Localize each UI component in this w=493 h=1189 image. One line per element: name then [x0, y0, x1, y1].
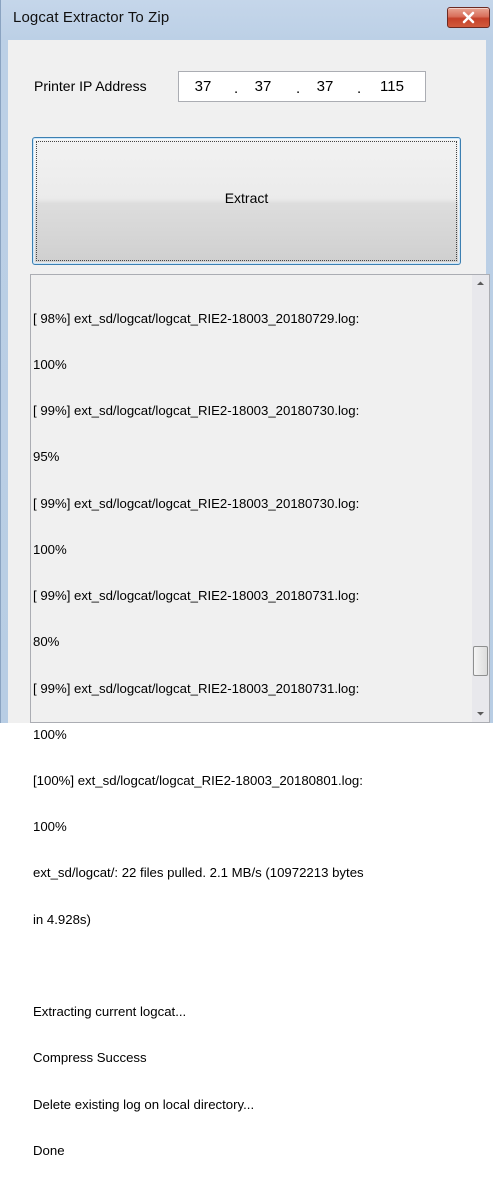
log-line: in 4.928s) — [33, 911, 91, 927]
triangle-up-icon — [477, 281, 484, 285]
log-line: ext_sd/logcat/: 22 files pulled. 2.1 MB/… — [33, 865, 364, 881]
log-line: 100% — [33, 819, 67, 835]
ip-separator-1: . — [234, 80, 239, 97]
log-line: 95% — [33, 449, 60, 465]
ip-octet-3[interactable]: 37 — [305, 72, 345, 101]
log-line: 80% — [33, 634, 60, 650]
log-line: 100% — [33, 541, 67, 557]
log-line: [ 99%] ext_sd/logcat/logcat_RIE2-18003_2… — [33, 495, 360, 511]
window-title: Logcat Extractor To Zip — [13, 9, 170, 26]
log-line: [ 99%] ext_sd/logcat/logcat_RIE2-18003_2… — [33, 588, 360, 604]
log-line: [100%] ext_sd/logcat/logcat_RIE2-18003_2… — [33, 773, 363, 788]
triangle-down-icon — [477, 712, 484, 716]
log-line: Extracting current logcat... — [33, 1004, 187, 1020]
log-line: [ 99%] ext_sd/logcat/logcat_RIE2-18003_2… — [33, 403, 360, 419]
log-line: Done — [33, 1142, 65, 1158]
ip-separator-3: . — [357, 80, 362, 97]
ip-octet-2[interactable]: 37 — [243, 72, 283, 101]
log-text: [ 98%] ext_sd/logcat/logcat_RIE2-18003_2… — [33, 280, 463, 1189]
extract-button-label: Extract — [224, 190, 269, 206]
app-window: Logcat Extractor To Zip Printer IP Addre… — [0, 0, 493, 1158]
close-button[interactable] — [447, 7, 490, 28]
ip-address-field[interactable]: 37 . 37 . 37 . 115 — [178, 71, 426, 102]
log-output[interactable]: [ 98%] ext_sd/logcat/logcat_RIE2-18003_2… — [30, 274, 490, 1158]
printer-ip-label: Printer IP Address — [34, 78, 147, 94]
scroll-thumb[interactable] — [473, 646, 488, 676]
log-line: 100% — [33, 357, 67, 373]
log-line: 100% — [33, 726, 67, 742]
scroll-down-button[interactable] — [472, 705, 489, 722]
ip-separator-2: . — [296, 80, 301, 97]
log-line: [ 99%] ext_sd/logcat/logcat_RIE2-18003_2… — [33, 680, 360, 696]
log-line: Delete existing log on local directory..… — [33, 1096, 255, 1112]
ip-octet-1[interactable]: 37 — [183, 72, 223, 101]
scroll-up-button[interactable] — [472, 275, 489, 292]
log-line: Compress Success — [33, 1050, 147, 1066]
log-line: [ 98%] ext_sd/logcat/logcat_RIE2-18003_2… — [33, 310, 360, 326]
close-icon — [462, 11, 475, 24]
extract-button[interactable]: Extract — [32, 137, 461, 265]
title-bar[interactable]: Logcat Extractor To Zip — [1, 0, 493, 40]
client-area: Printer IP Address 37 . 37 . 37 . 115 Ex… — [8, 40, 490, 1158]
vertical-scrollbar[interactable] — [472, 275, 489, 722]
ip-octet-4[interactable]: 115 — [367, 72, 417, 101]
